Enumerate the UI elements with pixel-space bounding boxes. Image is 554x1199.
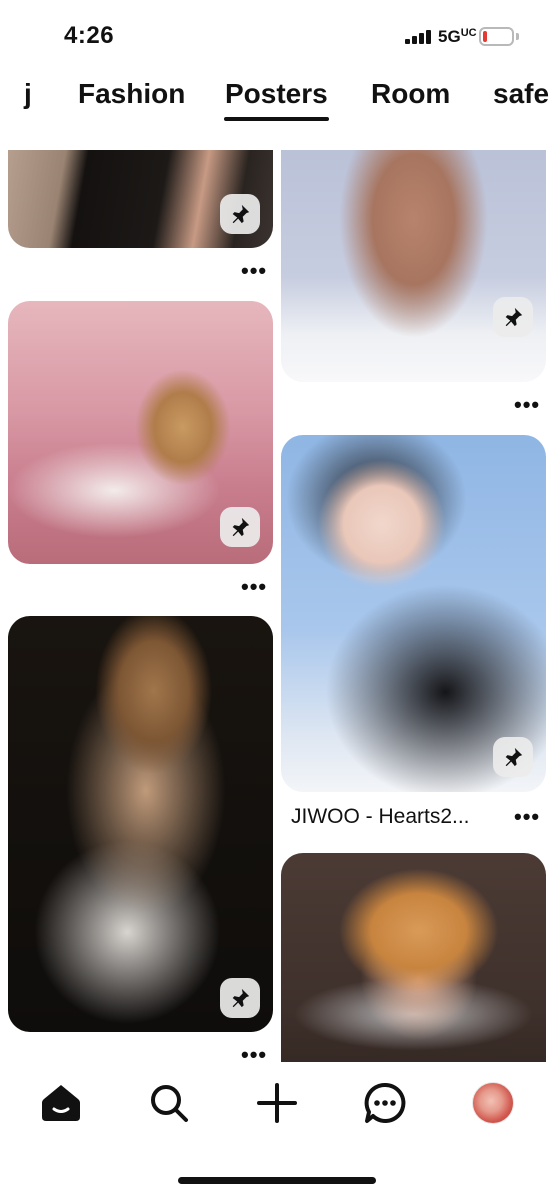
network-type: 5GUC: [438, 27, 477, 46]
pin-more-button[interactable]: •••: [514, 394, 540, 416]
create-icon[interactable]: [254, 1080, 300, 1126]
pin-feed[interactable]: ••• ••• ••• JIWOO - Hearts2... ••• •••: [0, 150, 554, 1062]
pin-icon: [505, 307, 523, 327]
pin-more-button[interactable]: •••: [241, 576, 267, 598]
pin-icon: [505, 747, 523, 767]
pin-icon: [232, 517, 250, 537]
search-icon[interactable]: [146, 1080, 192, 1126]
save-pin-button[interactable]: [493, 297, 533, 337]
pin-icon: [232, 988, 250, 1008]
home-indicator: [178, 1177, 376, 1184]
status-bar: 4:26 5GUC: [0, 0, 554, 62]
pin-image: [281, 150, 546, 382]
save-pin-button[interactable]: [220, 507, 260, 547]
pin-more-button[interactable]: •••: [514, 806, 540, 828]
save-pin-button[interactable]: [220, 194, 260, 234]
messages-icon[interactable]: [362, 1080, 408, 1126]
pin-card-5[interactable]: [8, 616, 273, 1032]
tab-posters[interactable]: Posters: [225, 78, 328, 110]
battery-cap: [516, 33, 519, 40]
pin-card-3[interactable]: [8, 301, 273, 564]
pin-card-6[interactable]: [281, 853, 546, 1062]
tab-j[interactable]: j: [24, 78, 32, 110]
tab-fashion[interactable]: Fashion: [78, 78, 185, 110]
pin-icon: [232, 204, 250, 224]
status-time: 4:26: [64, 22, 115, 49]
active-tab-indicator: [224, 117, 329, 121]
home-icon[interactable]: [38, 1080, 84, 1126]
pin-more-button[interactable]: •••: [241, 1044, 267, 1063]
pin-image: [281, 853, 546, 1062]
pin-card-4[interactable]: [281, 435, 546, 792]
cellular-signal-icon: [405, 30, 431, 44]
tab-safe[interactable]: safe: [493, 78, 549, 110]
save-pin-button[interactable]: [493, 737, 533, 777]
battery-icon: [479, 27, 514, 46]
pin-more-button[interactable]: •••: [241, 260, 267, 282]
save-pin-button[interactable]: [220, 978, 260, 1018]
board-tabs: j Fashion Posters Room safe: [0, 72, 554, 127]
tab-room[interactable]: Room: [371, 78, 450, 110]
pin-image: [8, 616, 273, 1032]
pin-card-2[interactable]: [281, 150, 546, 382]
pin-card-1[interactable]: [8, 150, 273, 248]
pin-title[interactable]: JIWOO - Hearts2...: [291, 805, 470, 829]
bottom-nav: [0, 1062, 554, 1199]
profile-avatar[interactable]: [470, 1080, 516, 1126]
pinterest-home-screen: 4:26 5GUC j Fashion Posters Room safe ••…: [0, 0, 554, 1199]
